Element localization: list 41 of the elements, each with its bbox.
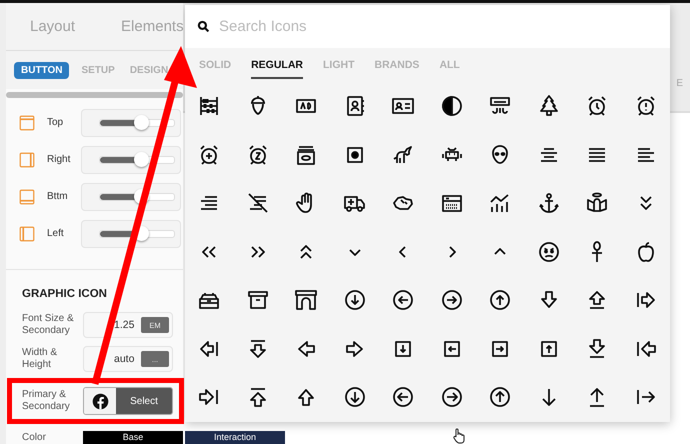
arrow-up-circle-icon[interactable] xyxy=(488,288,512,312)
arrow-down-circle-icon[interactable] xyxy=(342,385,367,410)
border-bottom-icon xyxy=(18,188,36,206)
panel-tab[interactable]: Elements xyxy=(121,18,184,35)
arrow-left-circle-icon[interactable] xyxy=(391,288,416,312)
half-circle-icon[interactable] xyxy=(440,94,464,118)
icon-style-tab[interactable]: REGULAR xyxy=(251,51,304,79)
color-swatch[interactable]: Base xyxy=(83,431,183,444)
section-tab[interactable]: BUTTON xyxy=(14,62,70,78)
arrow-left-circle-icon[interactable] xyxy=(391,385,416,410)
side-label: Right xyxy=(47,154,72,165)
search-field[interactable]: Search Icons xyxy=(219,18,619,35)
border-top-icon xyxy=(18,114,36,132)
side-label: Bttm xyxy=(47,191,69,202)
archway-icon[interactable] xyxy=(294,288,318,312)
search-icon xyxy=(197,20,210,33)
select-button[interactable]: Select xyxy=(116,388,172,414)
color-swatch[interactable]: Interaction xyxy=(185,431,285,444)
field-label: Width & Height xyxy=(22,347,58,371)
search-bar[interactable]: Search Icons xyxy=(185,5,670,48)
side-label: Top xyxy=(47,117,64,128)
heading-text: E xyxy=(676,78,683,89)
field-label: Color xyxy=(22,432,47,444)
arrow-right-circle-icon[interactable] xyxy=(440,288,464,312)
anchor-icon[interactable] xyxy=(536,191,561,216)
side-label: Left xyxy=(47,228,65,239)
border-left-icon xyxy=(18,224,36,242)
field-label: Font Size & Secondary xyxy=(22,313,75,337)
arrow-up-circle-icon[interactable] xyxy=(488,385,512,410)
slider-thumb[interactable] xyxy=(134,114,149,130)
angry-face-icon[interactable] xyxy=(536,240,561,264)
panel-tab[interactable]: Layout xyxy=(30,18,76,35)
f-logo-icon xyxy=(92,392,108,410)
section-title: GRAPHIC ICON xyxy=(22,288,107,300)
arrow-down-circle-icon[interactable] xyxy=(342,288,367,312)
field-label: Primary & Secondary xyxy=(22,389,71,413)
border-right-icon xyxy=(18,150,36,168)
arrow-right-circle-icon[interactable] xyxy=(440,385,464,410)
align-slash-icon[interactable] xyxy=(246,191,270,216)
scrollbar[interactable] xyxy=(6,92,183,98)
slider-thumb[interactable] xyxy=(134,152,149,166)
